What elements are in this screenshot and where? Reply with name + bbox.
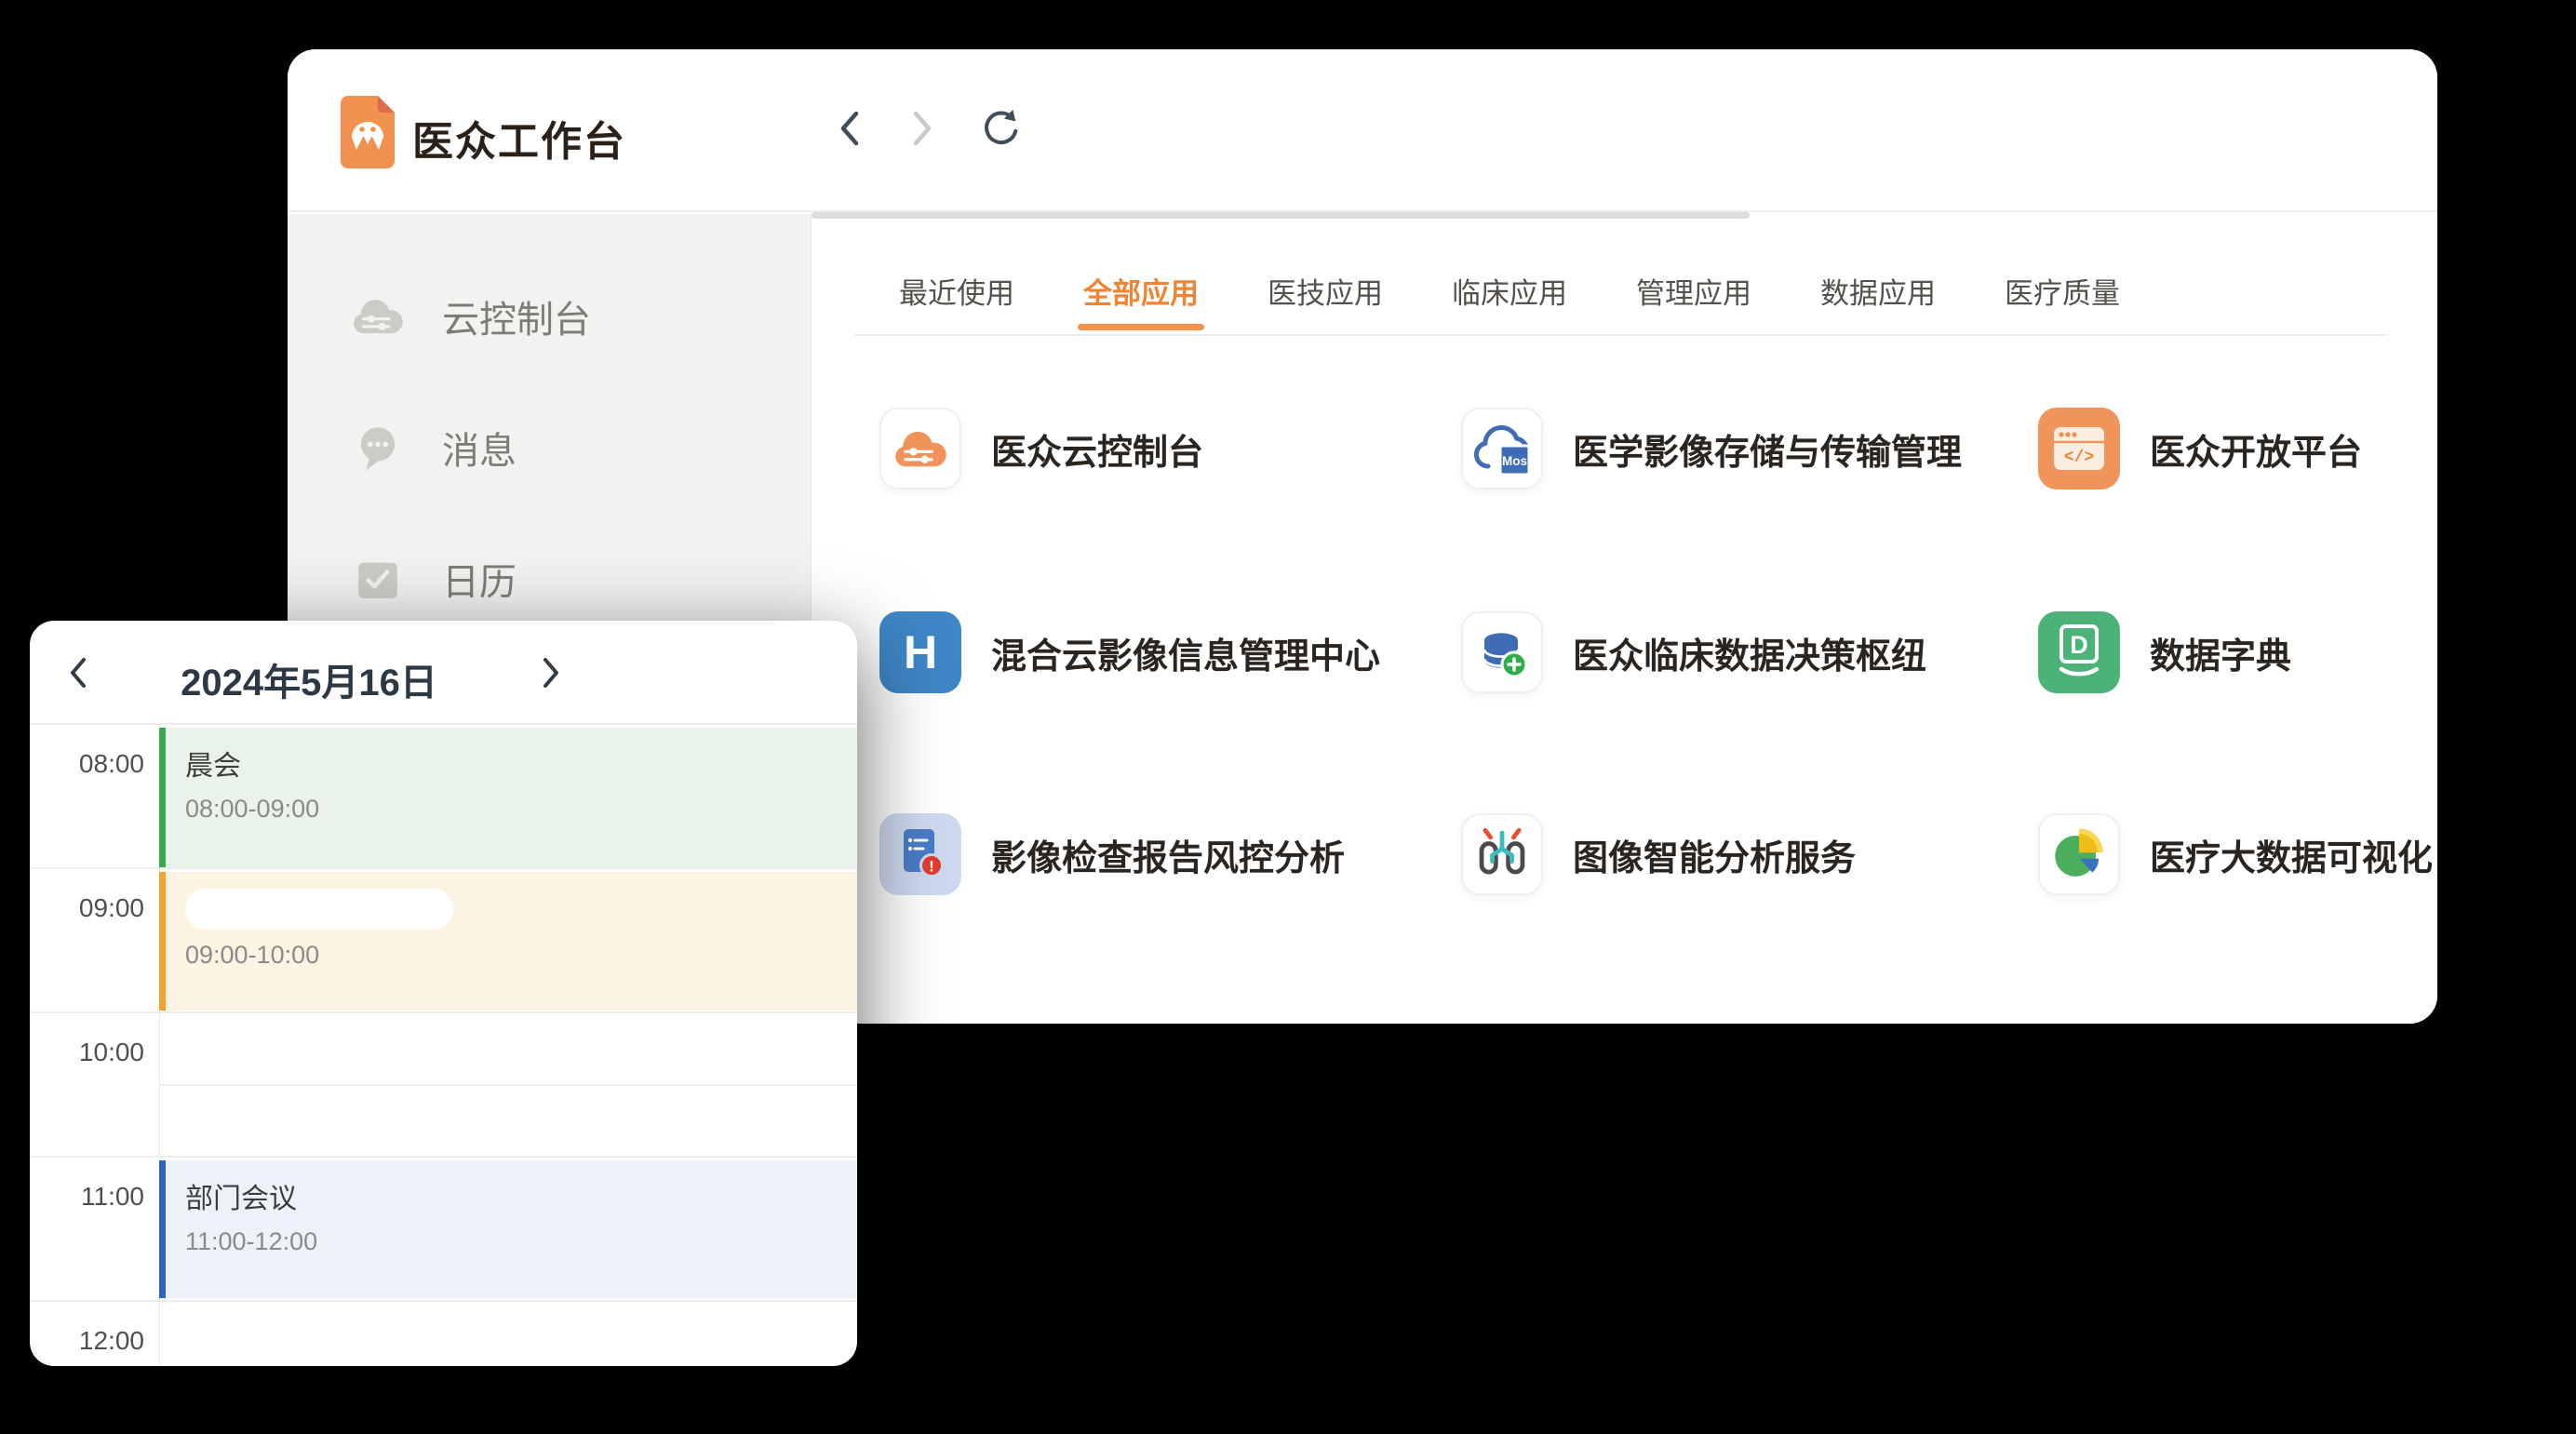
app-data-dictionary[interactable]: D 数据字典 [2038, 611, 2437, 693]
chevron-right-icon [910, 109, 934, 148]
tab-all-apps[interactable]: 全部应用 [1083, 274, 1199, 315]
app-card [2038, 813, 2120, 895]
event-department-meeting[interactable]: 部门会议 11:00-12:00 [159, 1160, 857, 1298]
code-badge: </> [2064, 449, 2094, 467]
app-image-ai-analysis[interactable]: 图像智能分析服务 [1461, 813, 1982, 895]
event-title: 晨会 [185, 743, 857, 784]
window-header: 医众工作台 [288, 49, 2437, 212]
app-label: 图像智能分析服务 [1573, 829, 1856, 880]
tab-recent[interactable]: 最近使用 [899, 274, 1014, 315]
app-label: 数据字典 [2150, 627, 2291, 678]
cloud-mos-icon: Mos [1471, 418, 1533, 479]
app-card: H [879, 611, 961, 693]
cloud-console-icon [351, 289, 405, 343]
app-card: D [2038, 611, 2120, 693]
event-morning-meeting[interactable]: 晨会 08:00-09:00 [159, 728, 857, 867]
forward-button[interactable] [902, 108, 943, 149]
lungs-icon [1463, 813, 1541, 895]
calendar-icon [351, 552, 405, 606]
app-card [1461, 611, 1543, 693]
dict-badge: D [2070, 631, 2088, 659]
app-label: 混合云影像信息管理中心 [991, 627, 1380, 678]
calendar-prev-day-button[interactable] [56, 649, 101, 697]
event-time: 11:00-12:00 [185, 1227, 857, 1256]
app-clinical-data-hub[interactable]: 医众临床数据决策枢纽 [1461, 611, 1982, 693]
app-label: 医众开放平台 [2150, 423, 2362, 475]
app-hybrid-cloud-center[interactable]: H 混合云影像信息管理中心 [879, 611, 1401, 693]
app-label: 影像检查报告风控分析 [991, 829, 1345, 880]
app-card [1461, 813, 1543, 895]
sidebar-item-calendar[interactable]: 日历 [288, 550, 811, 608]
sidebar-item-label: 云控制台 [442, 289, 591, 343]
tab-quality[interactable]: 医疗质量 [2005, 274, 2120, 315]
app-card: ! [879, 813, 961, 895]
cloud-sliders-icon [892, 427, 948, 471]
time-label: 11:00 [30, 1182, 144, 1212]
back-button[interactable] [829, 108, 870, 149]
app-open-platform[interactable]: </> 医众开放平台 [2038, 408, 2437, 489]
tab-divider [854, 334, 2388, 336]
event-nine-oclock[interactable]: 09:00-10:00 [159, 872, 857, 1011]
app-label: 医众云控制台 [991, 423, 1203, 475]
event-title: 部门会议 [185, 1175, 857, 1216]
calendar-day-grid: 08:00 09:00 10:00 11:00 12:00 晨会 08:00-0… [30, 725, 857, 1366]
calendar-date-title: 2024年5月16日 [114, 652, 504, 706]
content-area: 最近使用 全部应用 医技应用 临床应用 管理应用 数据应用 医疗质量 医众云控制… [812, 214, 2437, 1024]
app-card: </> [2038, 408, 2120, 489]
report-alert-icon: ! [879, 813, 961, 895]
app-label: 医学影像存储与传输管理 [1573, 423, 1962, 475]
event-time: 08:00-09:00 [185, 795, 857, 824]
chevron-left-icon [68, 656, 88, 690]
app-label: 医众临床数据决策枢纽 [1573, 627, 1926, 678]
sidebar-item-cloud-console[interactable]: 云控制台 [288, 288, 811, 345]
hour-row-12: 12:00 [30, 1302, 857, 1366]
refresh-icon [980, 107, 1021, 150]
time-label: 12:00 [30, 1326, 144, 1356]
app-card: Mos [1461, 408, 1543, 489]
tab-bar: 最近使用 全部应用 医技应用 临床应用 管理应用 数据应用 医疗质量 [899, 274, 2120, 315]
time-label: 08:00 [30, 749, 144, 779]
tab-data[interactable]: 数据应用 [1820, 274, 1936, 315]
app-card [879, 408, 961, 489]
calendar-panel: 2024年5月16日 08:00 09:00 10:00 11:00 12:00… [30, 621, 857, 1366]
calendar-next-day-button[interactable] [529, 649, 573, 697]
alert-badge: ! [929, 858, 934, 876]
mos-badge: Mos [1502, 454, 1527, 468]
time-label: 10:00 [30, 1038, 144, 1067]
sidebar-item-messages[interactable]: 消息 [288, 419, 811, 476]
horizontal-scrollbar-thumb[interactable] [812, 212, 1750, 219]
code-window-icon: </> [2038, 408, 2120, 489]
app-bigdata-visualization[interactable]: 医疗大数据可视化 [2038, 813, 2437, 895]
sidebar-item-label: 消息 [442, 421, 517, 475]
app-report-risk-analysis[interactable]: ! 影像检查报告风控分析 [879, 813, 1401, 895]
app-image-storage[interactable]: Mos 医学影像存储与传输管理 [1461, 408, 1982, 489]
pie-chart-icon [2040, 813, 2118, 895]
dictionary-book-icon: D [2038, 611, 2120, 693]
tab-medtech[interactable]: 医技应用 [1268, 274, 1383, 315]
tab-clinical[interactable]: 临床应用 [1452, 274, 1567, 315]
chevron-right-icon [541, 656, 561, 690]
hour-row-10: 10:00 [30, 1013, 857, 1158]
app-cloud-console[interactable]: 医众云控制台 [879, 408, 1401, 489]
event-time: 09:00-10:00 [185, 941, 857, 970]
h-square-icon: H [879, 611, 961, 693]
h-badge: H [904, 626, 937, 678]
redacted-event-title [185, 889, 453, 930]
message-icon [351, 421, 405, 475]
app-label: 医疗大数据可视化 [2150, 829, 2433, 880]
app-logo-icon [341, 96, 395, 168]
sidebar-item-label: 日历 [442, 552, 517, 606]
tab-management[interactable]: 管理应用 [1636, 274, 1751, 315]
app-title: 医众工作台 [412, 108, 626, 168]
time-label: 09:00 [30, 893, 144, 923]
chevron-left-icon [838, 109, 862, 148]
calendar-header: 2024年5月16日 [30, 621, 857, 725]
refresh-button[interactable] [980, 108, 1021, 149]
database-plus-icon [1473, 623, 1531, 681]
